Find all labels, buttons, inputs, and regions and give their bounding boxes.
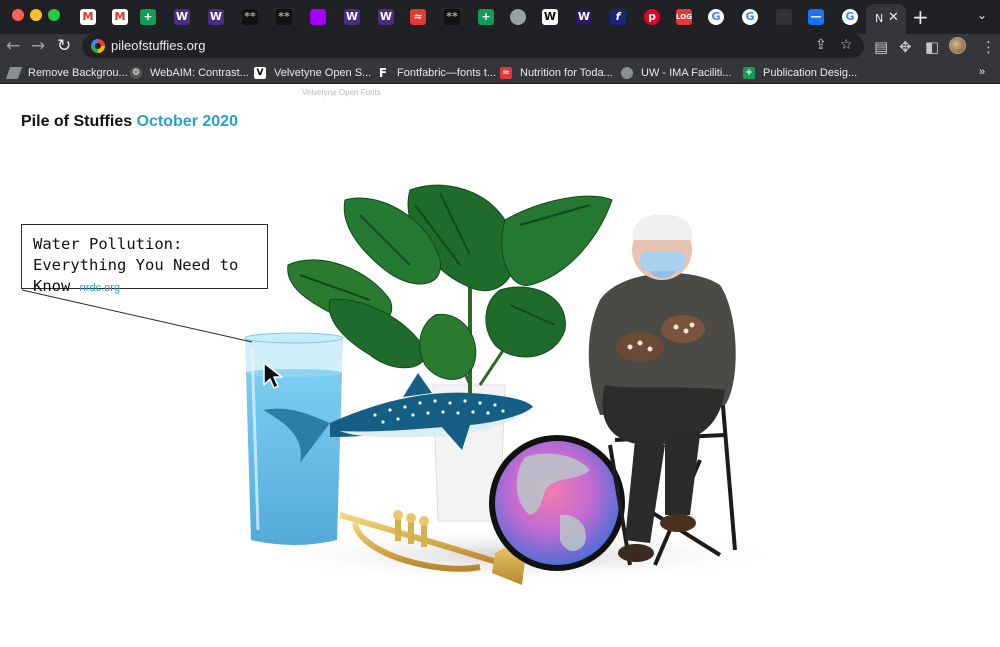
velvetyne-v-icon: V (254, 67, 266, 79)
uw-tab-icon[interactable]: W (174, 9, 190, 25)
minimize-window-button[interactable] (30, 9, 42, 21)
uw-tab-icon[interactable]: W (344, 9, 360, 25)
globe-icon (621, 67, 633, 79)
blue-tab-icon[interactable]: — (808, 9, 824, 25)
google-site-icon (91, 39, 105, 53)
bookmark-label: Velvetyne Open S... (274, 67, 372, 79)
gmail-tab-icon[interactable]: M (80, 9, 96, 25)
new-tab-button[interactable]: + (912, 5, 929, 29)
bookmark-publication-design[interactable]: + Publication Desig... (743, 65, 857, 81)
callout-source-link[interactable]: nrdc.org (80, 282, 120, 294)
bookmark-nutrition[interactable]: ≈ Nutrition for Toda... (500, 65, 613, 81)
close-tab-icon[interactable]: ✕ (888, 10, 899, 25)
stars-tab-icon[interactable]: ** (242, 9, 258, 25)
globe-tab-icon[interactable] (510, 9, 526, 25)
sheets-plus-icon: + (743, 67, 755, 79)
page-content: Velvetyne Open Fonts Pile of Stuffies Oc… (0, 85, 1000, 647)
callout-title: Water Pollution: Everything You Need to … (33, 235, 239, 295)
bookmark-star-icon[interactable]: ☆ (840, 37, 853, 53)
bookmark-label: Remove Backgrou... (28, 67, 128, 79)
sheets-tab-icon[interactable]: + (478, 9, 494, 25)
dark-tab-icon[interactable] (776, 9, 792, 25)
bookmark-label: UW - IMA Faciliti... (641, 67, 732, 79)
bookmarks-overflow-button[interactable]: » (979, 66, 985, 78)
callout-leader-line (21, 289, 253, 343)
bookmark-uw-ima[interactable]: UW - IMA Faciliti... (621, 65, 731, 81)
extensions-puzzle-icon[interactable]: ✥ (899, 38, 912, 56)
bookmark-label: Fontfabric—fonts t... (397, 67, 497, 79)
bookmark-label: WebAIM: Contrast... (150, 67, 249, 79)
tab-strip: M M + W W ** ** W W ≈ ** + W W f p LOG G… (0, 0, 1000, 34)
active-tab-title: N (875, 12, 884, 25)
back-button[interactable]: ← (6, 36, 20, 56)
pinterest-tab-icon[interactable]: p (644, 9, 660, 25)
sheets-tab-icon[interactable]: + (140, 9, 156, 25)
bookmark-remove-background[interactable]: Remove Backgrou... (5, 65, 128, 81)
url-text[interactable]: pileofstuffies.org (111, 38, 205, 53)
uw-tab-icon[interactable]: W (378, 9, 394, 25)
reload-button[interactable]: ↻ (57, 36, 71, 56)
share-icon[interactable]: ⇪ (815, 37, 827, 53)
uw-tab-icon[interactable]: W (576, 9, 592, 25)
bookmark-velvetyne[interactable]: V Velvetyne Open S... (254, 65, 371, 81)
fontfabric-f-icon: F (378, 66, 388, 80)
close-window-button[interactable] (12, 9, 24, 21)
tab-search-chevron-icon[interactable]: ⌄ (977, 8, 987, 22)
bookmark-label: Nutrition for Toda... (520, 67, 613, 79)
google-tab-icon[interactable]: G (708, 9, 724, 25)
browser-menu-icon[interactable]: ⋮ (981, 38, 996, 56)
log-tab-icon[interactable]: LOG (676, 9, 692, 25)
stars-tab-icon[interactable]: ** (276, 9, 292, 25)
script-tab-icon[interactable]: f (610, 9, 626, 25)
zoom-window-button[interactable] (48, 9, 60, 21)
w-tab-icon[interactable]: W (542, 9, 558, 25)
side-panel-icon[interactable]: ◧ (925, 38, 939, 56)
reading-list-icon[interactable]: ▤ (874, 38, 888, 56)
uw-tab-icon[interactable]: W (208, 9, 224, 25)
active-tab[interactable]: N ✕ (866, 4, 906, 34)
address-bar[interactable]: pileofstuffies.org ⇪ ☆ (82, 34, 864, 58)
bookmark-webaim[interactable]: ⚙ WebAIM: Contrast... (130, 65, 249, 81)
google-tab-icon[interactable]: G (842, 9, 858, 25)
purple-square-tab-icon[interactable] (310, 9, 326, 25)
profile-avatar[interactable] (949, 37, 966, 54)
nutrition-tab-icon[interactable]: ≈ (410, 9, 426, 25)
stars-tab-icon[interactable]: ** (444, 9, 460, 25)
info-callout[interactable]: Water Pollution: Everything You Need to … (21, 224, 268, 295)
mouse-pointer-icon (263, 362, 283, 389)
bookmark-fontfabric[interactable]: F Fontfabric—fonts t... (377, 65, 496, 81)
layers-icon (5, 67, 23, 79)
bookmarks-bar: Remove Backgrou... ⚙ WebAIM: Contrast...… (0, 60, 1000, 84)
webaim-gear-icon: ⚙ (130, 67, 142, 79)
forward-button[interactable]: → (31, 36, 45, 56)
bookmark-label: Publication Desig... (763, 67, 858, 79)
google-tab-icon[interactable]: G (742, 9, 758, 25)
gmail-tab-icon[interactable]: M (112, 9, 128, 25)
nutrition-logo-icon: ≈ (500, 67, 512, 79)
